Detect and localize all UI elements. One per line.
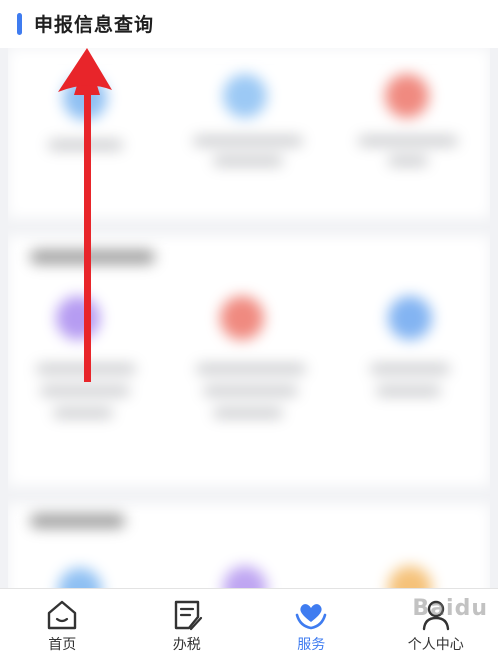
service-label [193,136,303,146]
service-label [213,408,283,418]
service-icon[interactable] [385,74,429,118]
tax-form-icon [170,598,204,632]
app-page: 申报信息查询 [0,0,498,657]
home-icon [45,598,79,632]
section-title: 申报信息查询 [34,10,154,37]
service-icon[interactable] [63,76,107,120]
service-label [53,408,113,418]
service-icon[interactable] [58,568,102,588]
service-icon[interactable] [223,566,267,588]
group-heading [30,514,125,528]
service-card-group-2 [8,236,490,486]
service-heart-icon [294,598,328,632]
nav-item-home[interactable]: 首页 [0,589,125,658]
service-icon[interactable] [388,566,432,588]
service-label [48,140,123,150]
service-label [196,364,306,374]
service-label [40,386,130,396]
nav-label-service: 服务 [297,634,325,654]
nav-label-profile: 个人中心 [408,634,464,654]
service-label [358,136,458,146]
section-header: 申报信息查询 [0,0,498,48]
service-icon[interactable] [220,296,264,340]
service-label [213,156,283,166]
nav-label-home: 首页 [48,634,76,654]
service-icon[interactable] [388,296,432,340]
nav-label-tax: 办税 [173,634,201,654]
service-card-group-1 [8,48,490,218]
service-card-group-3 [8,504,490,588]
service-label [203,386,298,396]
service-label [376,386,441,396]
service-label [388,156,428,166]
section-accent-bar [17,13,22,35]
service-label [36,364,136,374]
blurred-service-grid [8,48,490,588]
group-heading [30,250,155,264]
nav-item-tax[interactable]: 办税 [125,589,250,658]
service-label [370,364,450,374]
service-icon[interactable] [56,296,100,340]
nav-item-service[interactable]: 服务 [249,589,374,658]
baidu-watermark: Baidu [412,596,488,621]
service-icon[interactable] [223,74,267,118]
